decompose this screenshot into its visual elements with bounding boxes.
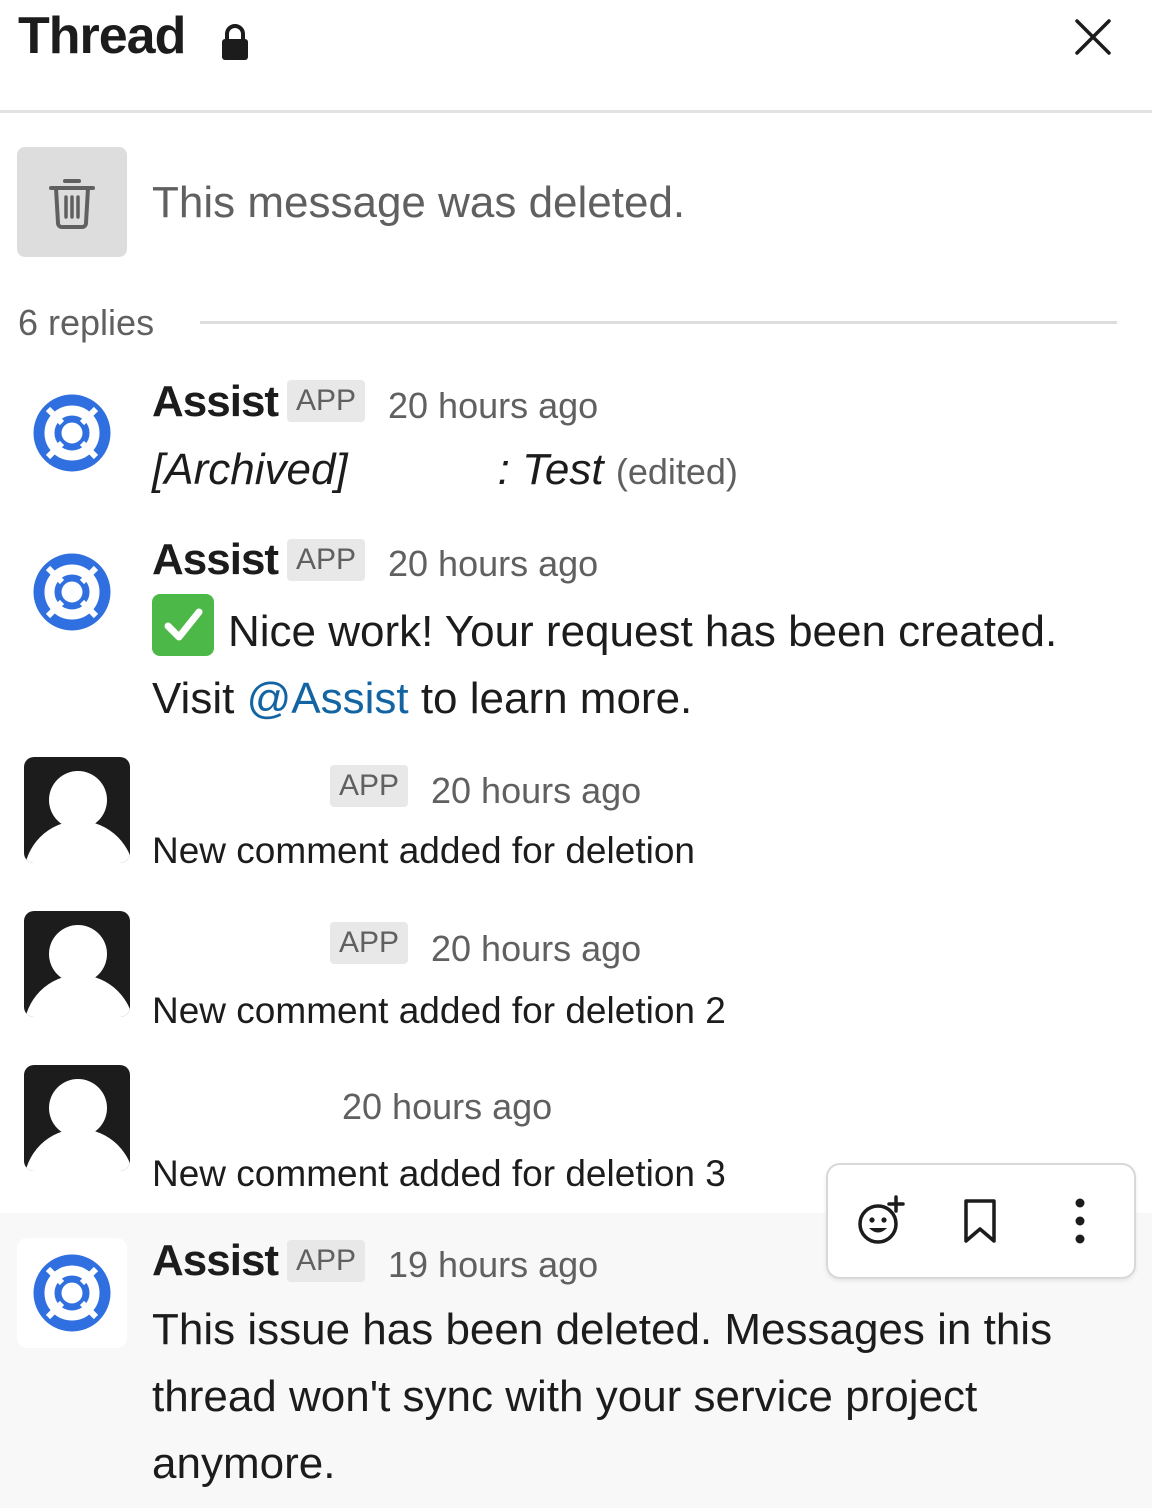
trash-icon — [49, 179, 95, 229]
assist-app-icon — [33, 394, 111, 472]
message-body: New comment added for deletion 3 — [152, 1153, 726, 1194]
avatar[interactable] — [24, 1065, 130, 1171]
check-mark-icon — [152, 594, 214, 656]
thread-header: Thread — [0, 0, 1152, 113]
more-actions-icon[interactable] — [1050, 1191, 1110, 1251]
timestamp[interactable]: 20 hours ago — [342, 1086, 552, 1128]
avatar[interactable] — [24, 757, 130, 863]
message-text-line2: Visit — [152, 674, 235, 723]
app-badge: APP — [287, 539, 366, 581]
edited-label: (edited) — [615, 451, 738, 492]
timestamp[interactable]: 19 hours ago — [388, 1244, 598, 1286]
avatar[interactable] — [17, 537, 127, 647]
avatar[interactable] — [17, 1238, 127, 1348]
message-text: Nice work! Your request has been created… — [228, 607, 1058, 656]
close-icon[interactable] — [1068, 12, 1118, 62]
app-badge: APP — [287, 1240, 366, 1282]
assist-app-icon — [33, 1254, 111, 1332]
app-badge: APP — [330, 765, 409, 807]
assist-app-icon — [33, 553, 111, 631]
app-badge: APP — [287, 380, 366, 422]
message-text-line2: thread won't sync with your service proj… — [152, 1372, 978, 1421]
message-text-line3: anymore. — [152, 1439, 336, 1488]
deleted-message-text: This message was deleted. — [152, 178, 686, 227]
replies-count: 6 replies — [18, 302, 155, 343]
app-badge: APP — [330, 922, 409, 964]
avatar[interactable] — [17, 378, 127, 488]
message-text: : Test — [497, 445, 604, 494]
message-body: Nice work! Your request has been created… — [152, 594, 1057, 732]
message-body: New comment added for deletion 2 — [152, 990, 726, 1031]
thread-title: Thread — [18, 7, 186, 65]
avatar[interactable] — [24, 911, 130, 1017]
sender-name[interactable]: Assist — [152, 1236, 279, 1286]
sender-name[interactable]: Assist — [152, 377, 279, 427]
message-body: New comment added for deletion — [152, 830, 695, 871]
add-reaction-icon[interactable] — [850, 1191, 910, 1251]
timestamp[interactable]: 20 hours ago — [431, 928, 641, 970]
timestamp[interactable]: 20 hours ago — [431, 770, 641, 812]
lock-icon — [222, 24, 248, 60]
sender-name[interactable]: Assist — [152, 535, 279, 585]
deleted-message-icon-box — [17, 147, 127, 257]
message-text-line2-end: to learn more. — [420, 674, 693, 723]
timestamp[interactable]: 20 hours ago — [388, 385, 598, 427]
replies-divider — [200, 321, 1117, 324]
message-text: This issue has been deleted. Messages in… — [152, 1305, 1053, 1354]
bookmark-icon[interactable] — [950, 1191, 1010, 1251]
message-actions-toolbar — [826, 1163, 1136, 1279]
archived-prefix: [Archived] — [152, 445, 348, 494]
message-body: This issue has been deleted. Messages in… — [152, 1296, 1052, 1497]
timestamp[interactable]: 20 hours ago — [388, 543, 598, 585]
mention-link[interactable]: @Assist — [247, 674, 409, 723]
message-body: [Archived] : Test (edited) — [152, 436, 738, 505]
